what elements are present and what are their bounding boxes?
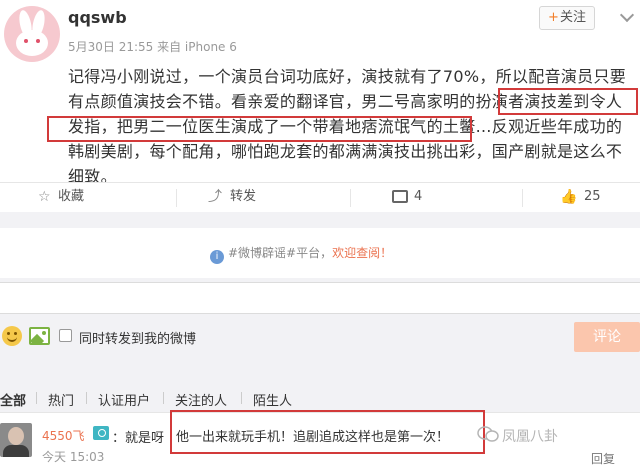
post-action-bar: ☆ 收藏 ⤴ 转发 4 👍 25 [0, 182, 640, 212]
also-repost-checkbox[interactable] [59, 329, 72, 342]
filter-following[interactable]: 关注的人 [175, 390, 227, 409]
chevron-down-icon[interactable] [619, 7, 635, 23]
reply-link[interactable]: 回复 [591, 450, 615, 467]
favorite-label: 收藏 [58, 189, 85, 204]
like-count: 25 [584, 189, 601, 204]
highlight-box [47, 116, 472, 142]
repost-icon: ⤴ [208, 189, 222, 205]
info-icon: i [210, 250, 224, 264]
follow-button[interactable]: +关注 [539, 6, 595, 30]
comment-prefix: ：就是呀 [112, 431, 165, 446]
also-repost-label: 同时转发到我的微博 [79, 332, 197, 347]
user-avatar[interactable] [4, 6, 60, 62]
filter-hot[interactable]: 热门 [48, 390, 74, 409]
weibo-post: qqswb 5月30日 21:55 来自 iPhone 6 +关注 记得冯小刚说… [0, 0, 640, 186]
plus-icon: + [548, 10, 559, 25]
post-meta: 5月30日 21:55 来自 iPhone 6 [68, 40, 237, 54]
highlight-box [498, 88, 638, 115]
post-username[interactable]: qqswb [68, 8, 127, 27]
rumor-notice: i #微博辟谣#平台，欢迎查阅！ [0, 228, 640, 278]
emoji-icon[interactable] [2, 326, 22, 346]
filter-verified[interactable]: 认证用户 [98, 390, 150, 409]
commenter-name[interactable]: 4550飞 [42, 427, 85, 444]
commenter-avatar[interactable] [0, 423, 32, 457]
member-badge-icon [93, 426, 109, 440]
star-icon: ☆ [38, 189, 51, 205]
watermark: 凤凰八卦 [502, 429, 558, 445]
comment-time: 今天 15:03 [42, 450, 105, 464]
notice-link[interactable]: 欢迎查阅！ [332, 246, 392, 260]
image-icon[interactable] [29, 327, 50, 345]
wechat-icon [477, 426, 499, 442]
follow-label: 关注 [559, 10, 586, 25]
comment-icon [392, 190, 408, 203]
compose-toolbar: 同时转发到我的微博 评论 [0, 318, 640, 358]
comment-count: 4 [414, 189, 423, 204]
thumbs-up-icon: 👍 [560, 189, 578, 205]
comment-highlight-text: 他一出来就玩手机！追剧追成这样也是第一次！ [176, 430, 450, 445]
filter-all[interactable]: 全部 [0, 390, 26, 409]
comment-input[interactable] [0, 282, 640, 314]
filter-strangers[interactable]: 陌生人 [253, 390, 292, 409]
repost-label: 转发 [230, 189, 257, 204]
notice-tag[interactable]: #微博辟谣#平台， [228, 246, 332, 260]
submit-comment-button[interactable]: 评论 [574, 322, 640, 352]
comment-filters: 全部 热门 认证用户 关注的人 陌生人 [0, 386, 640, 410]
